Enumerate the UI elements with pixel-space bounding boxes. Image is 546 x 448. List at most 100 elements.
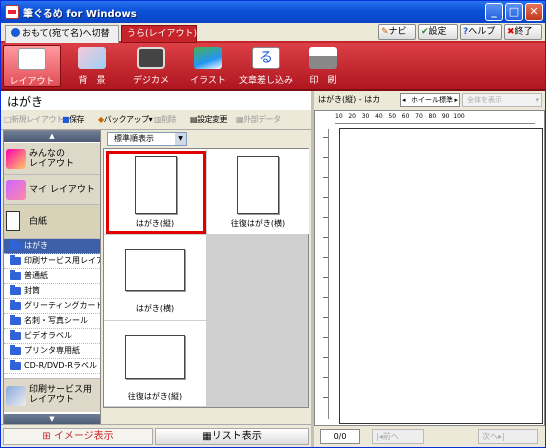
exit-label: 終了 <box>514 27 533 37</box>
card-label: はがき(横) <box>135 304 175 313</box>
brush-icon <box>194 47 222 69</box>
wheel-mode-value: ホイール標準 <box>411 96 453 104</box>
ruler-tick <box>323 357 328 358</box>
next-page-button[interactable]: 次へ▸| <box>478 429 538 444</box>
list-item[interactable]: 名刺・写真シール <box>4 314 100 329</box>
external-data-button[interactable]: ▦外部データ <box>236 112 281 127</box>
list-item[interactable]: 封筒 <box>4 284 100 299</box>
mode-background-button[interactable]: 背 景 <box>65 45 119 87</box>
title-bar[interactable]: 筆ぐるめ for Windows _ □ ✕ <box>1 1 545 23</box>
wrench-icon: ✔ <box>421 27 429 37</box>
backup-label: バックアップ <box>103 115 150 124</box>
tab-front-label: おもて(宛て名)へ切替 <box>22 29 110 39</box>
navi-icon: ✎ <box>381 27 389 37</box>
maximize-button[interactable]: □ <box>505 3 523 21</box>
next-label: 次へ <box>482 432 498 441</box>
tab-back-layout[interactable]: うら(レイアウト) <box>121 25 197 43</box>
mode-label: デジカメ <box>132 76 169 86</box>
triangle-up-icon: ▲ <box>49 132 55 140</box>
mode-label: 印 刷 <box>309 76 337 86</box>
category-label: みんなの レイアウト <box>29 149 75 169</box>
layout-grid: はがき(縦) 往復はがき(横) はがき(横) 往復はがき(縦) <box>103 148 309 408</box>
folder-icon <box>10 285 21 295</box>
mode-label: レイアウト <box>9 77 55 87</box>
camera-icon <box>137 47 165 69</box>
category-print-service[interactable]: 印刷サービス用 レイアウト <box>4 378 100 412</box>
category-everyone-layouts[interactable]: みんなの レイアウト <box>4 143 100 175</box>
delete-button[interactable]: ▥削除 <box>154 112 188 127</box>
ruler-tick <box>323 377 328 378</box>
minimize-button[interactable]: _ <box>485 3 503 21</box>
ruler-tick <box>323 257 328 258</box>
ruler-tick <box>323 157 328 158</box>
sort-select[interactable]: 標準順表示 ▼ <box>107 132 187 146</box>
layout-card-hagaki-landscape[interactable]: はがき(横) <box>104 235 206 320</box>
mode-print-button[interactable]: 印 刷 <box>299 45 347 87</box>
settings-change-label: 設定変更 <box>197 115 228 124</box>
mode-label: 文章差し込み <box>238 76 293 86</box>
category-my-layouts[interactable]: マイ レイアウト <box>4 175 100 205</box>
folder-icon <box>10 270 21 280</box>
ruler-tick <box>323 297 328 298</box>
ruler-tick <box>323 197 328 198</box>
card-thumbnail <box>237 156 279 214</box>
preview-status-bar: 0/0 |◂前へ 次へ▸| <box>314 426 545 447</box>
list-item[interactable]: グリーティングカード <box>4 299 100 314</box>
category-blank[interactable]: 白紙 <box>4 205 100 239</box>
layout-card-reply-hagaki-portrait[interactable]: 往復はがき(縦) <box>104 321 206 406</box>
list-view-button[interactable]: ▦リスト表示 <box>155 428 309 445</box>
sort-value: 標準順表示 <box>114 134 154 143</box>
scroll-up-button[interactable]: ▲ <box>4 131 100 142</box>
navi-button[interactable]: ✎ナビ <box>378 24 416 40</box>
exit-button[interactable]: ✖終了 <box>504 24 542 40</box>
category-label: 白紙 <box>29 217 48 227</box>
list-item[interactable]: ビデオラベル <box>4 329 100 344</box>
arrow-circle-icon <box>11 28 20 37</box>
horizontal-ruler: 10 20 30 40 50 60 70 80 90 100 <box>335 113 535 124</box>
backup-button[interactable]: ◆バックアップ▾ <box>98 112 153 127</box>
list-item-label: ビデオラベル <box>24 331 72 340</box>
side-tab-bar: おもて(宛て名)へ切替 うら(レイアウト) ✎ナビ ✔設定 ?ヘルプ ✖終了 <box>1 23 545 43</box>
mode-toolbar: レイアウト 背 景 デジカメ イラスト る 文章差し込み 印 刷 <box>1 43 545 91</box>
ruler-ticks: 10 20 30 40 50 60 70 80 90 100 <box>335 113 465 120</box>
prev-page-button[interactable]: |◂前へ <box>372 429 424 444</box>
layout-card-reply-hagaki-landscape[interactable]: 往復はがき(横) <box>207 149 309 234</box>
triangle-down-icon: ▼ <box>49 415 55 423</box>
ruler-tick <box>323 217 328 218</box>
page-title: はがき <box>7 95 44 109</box>
list-item[interactable]: プリンタ専用紙 <box>4 344 100 359</box>
image-view-label: イメージ表示 <box>53 431 114 442</box>
chevron-down-icon: ▾ <box>535 96 539 104</box>
settings-label: 設定 <box>428 27 447 37</box>
new-layout-button[interactable]: □新規レイアウト <box>4 112 64 127</box>
ruler-tick <box>323 137 328 138</box>
card-label: 往復はがき(横) <box>230 219 286 228</box>
list-item-hagaki[interactable]: はがき <box>4 239 100 254</box>
settings-button[interactable]: ✔設定 <box>418 24 458 40</box>
list-item[interactable]: 普通紙 <box>4 269 100 284</box>
mode-camera-button[interactable]: デジカメ <box>123 45 179 87</box>
settings-change-button[interactable]: ▤設定変更 <box>190 112 234 127</box>
help-button[interactable]: ?ヘルプ <box>460 24 502 40</box>
card-label: 往復はがき(縦) <box>127 392 183 401</box>
folder-icon <box>10 300 21 310</box>
image-view-button[interactable]: ⊞ イメージ表示 <box>3 428 153 445</box>
list-item[interactable]: CD-R/DVD-Rラベル <box>4 359 100 374</box>
save-button[interactable]: ■保存 <box>62 112 96 127</box>
mode-text-insert-button[interactable]: る 文章差し込み <box>235 45 297 87</box>
floppy-icon: ■ <box>62 115 70 124</box>
wheel-mode-select[interactable]: ◂ ホイール標準 ▸ <box>400 93 460 107</box>
category-sidebar: ▲ みんなの レイアウト マイ レイアウト 白紙 はがき 印刷サービス用レイアウ… <box>3 130 101 426</box>
list-item[interactable]: 印刷サービス用レイアウト <box>4 254 100 269</box>
chevron-down-icon: ▾ <box>148 115 153 124</box>
zoom-select[interactable]: 全体を表示 ▾ <box>462 93 542 107</box>
mode-illust-button[interactable]: イラスト <box>181 45 235 87</box>
close-button[interactable]: ✕ <box>525 3 543 21</box>
page-canvas[interactable] <box>339 128 543 424</box>
person-icon <box>6 180 26 200</box>
list-item-label: 封筒 <box>24 286 40 295</box>
mode-layout-button[interactable]: レイアウト <box>3 45 61 87</box>
folder-icon <box>10 255 21 265</box>
tab-front-address[interactable]: おもて(宛て名)へ切替 <box>5 25 119 43</box>
external-data-label: 外部データ <box>243 115 281 124</box>
